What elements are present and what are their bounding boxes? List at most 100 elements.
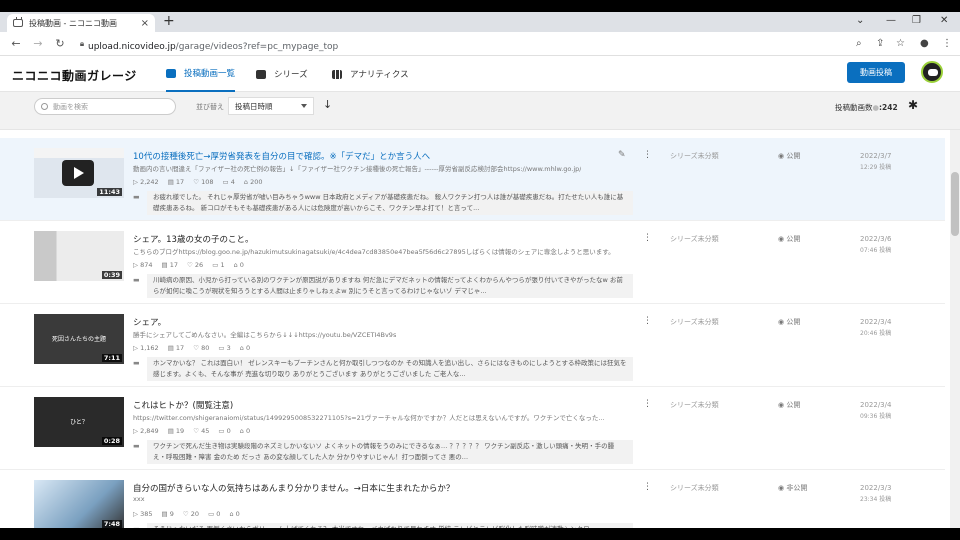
gift-icon: ⌂ (229, 510, 234, 518)
mylists-stat: ♡ 20 (182, 510, 200, 518)
likes-stat: ▭ 4 (222, 178, 235, 186)
video-title[interactable]: シェア。 (133, 316, 166, 328)
play-icon: ▷ (133, 344, 138, 352)
comment-icon: ▤ (161, 510, 168, 518)
video-duration: 7:11 (101, 354, 122, 362)
gear-icon[interactable]: ✱ (908, 98, 918, 112)
video-title[interactable]: これはヒトか？(閲覧注意) (133, 399, 233, 411)
niconico-tv-icon (13, 19, 23, 27)
tab-series-label: シリーズ (274, 70, 308, 80)
likes-stat: ▭ 0 (208, 510, 221, 518)
scrollbar-thumb[interactable] (951, 172, 959, 236)
sort-direction-button[interactable]: ↓ (323, 98, 332, 111)
tab-search-chevron-icon[interactable]: ⌄ (856, 15, 864, 26)
play-icon: ▷ (133, 178, 138, 186)
mylists-stat: ♡ 26 (187, 261, 204, 269)
avatar[interactable] (921, 61, 943, 83)
list-toolbar: 動画を検索 並び替え 投稿日時順 ↓ 投稿動画数●:242 ✱ (0, 92, 960, 130)
close-window-icon[interactable]: ✕ (940, 15, 948, 26)
forward-arrow-icon[interactable]: → (30, 37, 46, 50)
sort-select[interactable]: 投稿日時順 (228, 97, 314, 115)
video-thumbnail[interactable]: 0:39 (34, 231, 124, 281)
video-thumbnail[interactable]: 7:48 (34, 480, 124, 528)
video-thumbnail[interactable]: 死因さんたちの主題 7:11 (34, 314, 124, 364)
post-date: 2022/3/4 09:36 投稿 (860, 401, 892, 420)
tab-video-list[interactable]: 投稿動画一覧 (166, 56, 236, 92)
app-header: ニコニコ動画ガレージ 投稿動画一覧 シリーズ アナリティクス 動画投稿 (0, 56, 960, 92)
url-path: /garage/videos?ref=pc_mypage_top (175, 42, 339, 52)
video-stats: ▷ 2,849 ▤ 19 ♡ 45 ▭ 0 ⌂ 0 (133, 427, 250, 435)
heart-icon: ♡ (193, 344, 200, 352)
browser-tab[interactable]: 投稿動画 - ニコニコ動画 × (7, 14, 155, 32)
latest-comments: ▬ ワクチンで死んだ生き物は実験段階のネズミしかいないソ よくネットの情報をうの… (133, 440, 633, 464)
zoom-search-icon[interactable]: ⌕ (856, 38, 862, 49)
url-field[interactable]: upload.nicovideo.jp/garage/videos?ref=pc… (88, 42, 338, 52)
play-button-icon[interactable] (62, 160, 94, 186)
video-stats: ▷ 1,162 ▤ 17 ♡ 80 ▭ 3 ⌂ 0 (133, 344, 250, 352)
gifts-stat: ⌂ 0 (239, 427, 251, 435)
comments-stat: ▤ 17 (167, 344, 185, 352)
post-date: 2022/3/4 20:46 投稿 (860, 318, 892, 337)
analytics-icon (332, 69, 342, 79)
post-video-button[interactable]: 動画投稿 (847, 62, 905, 83)
post-date: 2022/3/7 12:29 投稿 (860, 152, 892, 171)
video-row[interactable]: 0:39 シェア。13歳の女の子のこと。 こちらのブログhttps://blog… (0, 221, 945, 304)
video-row[interactable]: 11:43 10代の接種後死亡→厚労省発表を自分の目で確認。※「デマだ」とか言う… (0, 138, 945, 221)
more-menu-icon[interactable]: ⋮ (643, 482, 652, 492)
video-row[interactable]: 7:48 自分の国がきらいな人の気持ちはあんまり分かりません。→日本に生まれたか… (0, 470, 945, 528)
latest-comments: ▬ ホンマかいな？ これは面白い！ ゼレンスキーもプーチンさんと何か取引しつつな… (133, 357, 633, 381)
video-thumbnail[interactable]: ひと？ 0:28 (34, 397, 124, 447)
browser-menu-icon[interactable]: ⋮ (942, 38, 952, 49)
more-menu-icon[interactable]: ⋮ (643, 233, 652, 243)
bookmark-star-icon[interactable]: ☆ (896, 38, 905, 49)
more-menu-icon[interactable]: ⋮ (643, 316, 652, 326)
visibility-status: ◉ 公開 (778, 401, 801, 409)
likes-stat: ▭ 1 (212, 261, 225, 269)
new-tab-button[interactable]: + (163, 13, 175, 29)
heart-icon: ♡ (193, 178, 200, 186)
comment-icon: ▤ (161, 261, 168, 269)
video-list-icon (166, 68, 176, 78)
url-host: upload.nicovideo.jp (88, 42, 176, 52)
maximize-icon[interactable]: ❐ (912, 15, 921, 26)
visibility-status: ◉ 非公開 (778, 484, 808, 492)
play-icon: ▷ (133, 261, 138, 269)
video-thumbnail[interactable]: 11:43 (34, 148, 124, 198)
video-title[interactable]: 自分の国がきらいな人の気持ちはあんまり分かりません。→日本に生まれたからか？ (133, 482, 454, 494)
comments-stat: ▤ 19 (167, 427, 185, 435)
reload-icon[interactable]: ↻ (52, 37, 68, 50)
visibility-status: ◉ 公開 (778, 318, 801, 326)
close-tab-icon[interactable]: × (141, 18, 149, 29)
edit-pencil-icon[interactable]: ✎ (618, 150, 626, 160)
views-stat: ▷ 2,242 (133, 178, 159, 186)
comment-bubble-icon: ▬ (133, 359, 140, 367)
share-icon[interactable]: ⇪ (876, 38, 884, 49)
tab-series[interactable]: シリーズ (256, 56, 308, 92)
likes-stat: ▭ 3 (218, 344, 231, 352)
sort-value: 投稿日時順 (235, 101, 273, 111)
latest-comments: ▬ そうじゃないだろ 面倒くさいからボリューム上げてくれる？ 本当ですね、バカば… (133, 523, 633, 528)
tab-strip: 投稿動画 - ニコニコ動画 × + ⌄ — ❐ ✕ (0, 12, 960, 32)
chevron-down-icon (301, 104, 307, 108)
minimize-icon[interactable]: — (886, 15, 896, 26)
more-menu-icon[interactable]: ⋮ (643, 150, 652, 160)
eye-icon: ◉ (778, 318, 785, 326)
video-title[interactable]: 10代の接種後死亡→厚労省発表を自分の目で確認。※「デマだ」とか言う人へ (133, 150, 430, 162)
more-menu-icon[interactable]: ⋮ (643, 399, 652, 409)
comments-stat: ▤ 17 (167, 178, 185, 186)
video-row[interactable]: 死因さんたちの主題 7:11 シェア。 勝手にシェアしてごめんなさい。全編はこち… (0, 304, 945, 387)
comments-stat: ▤ 9 (161, 510, 174, 518)
profile-icon[interactable]: ● (920, 38, 929, 49)
tab-analytics[interactable]: アナリティクス (332, 56, 409, 92)
search-input[interactable]: 動画を検索 (34, 98, 176, 115)
series-icon (256, 69, 266, 79)
mylists-stat: ♡ 80 (193, 344, 210, 352)
video-row[interactable]: ひと？ 0:28 これはヒトか？(閲覧注意) https://twitter.c… (0, 387, 945, 470)
eye-icon: ◉ (778, 152, 785, 160)
heart-icon: ♡ (182, 510, 189, 518)
video-title[interactable]: シェア。13歳の女の子のこと。 (133, 233, 253, 245)
gifts-stat: ⌂ 0 (229, 510, 240, 518)
mylists-stat: ♡ 45 (193, 427, 210, 435)
site-logo[interactable]: ニコニコ動画ガレージ (12, 67, 137, 84)
back-arrow-icon[interactable]: ← (8, 37, 24, 50)
